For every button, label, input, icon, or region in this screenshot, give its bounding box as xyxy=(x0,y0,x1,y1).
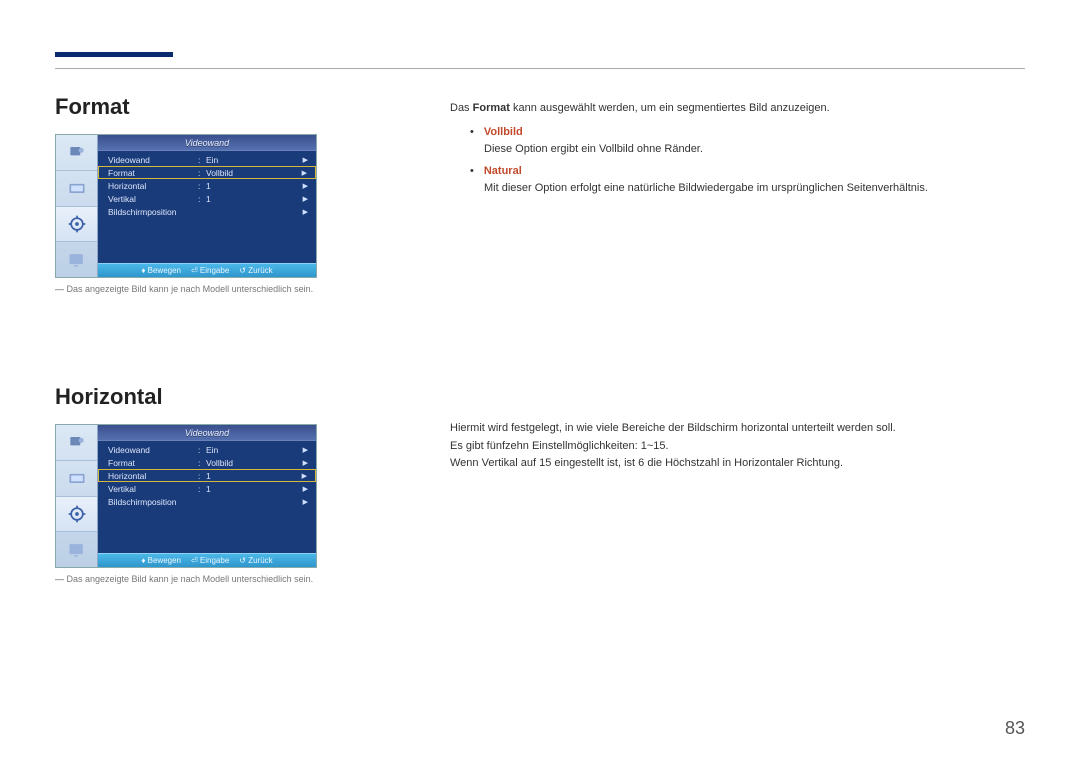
header-accent-bar xyxy=(55,52,173,57)
osd-row: Bildschirmposition ▶ xyxy=(98,495,316,508)
osd-main: Videowand Videowand:Ein▶Format:Vollbild▶… xyxy=(98,135,316,277)
osd-row: Bildschirmposition ▶ xyxy=(98,205,316,218)
osd-row-value: Ein xyxy=(206,155,306,165)
osd-row-value: Vollbild xyxy=(206,168,306,178)
osd-body-format: Videowand:Ein▶Format:Vollbild▶Horizontal… xyxy=(98,151,316,263)
osd-row-value xyxy=(206,497,306,507)
horizontal-line1: Hiermit wird festgelegt, in wie viele Be… xyxy=(450,420,1025,438)
osd-footer-back: ↺ Zurück xyxy=(239,556,272,565)
osd-row-value xyxy=(206,207,306,217)
osd-footer: ♦ Bewegen ⏎ Eingabe ↺ Zurück xyxy=(98,553,316,567)
chevron-right-icon: ▶ xyxy=(302,169,307,177)
horizontal-line2: Es gibt fünfzehn Einstellmöglichkeiten: … xyxy=(450,438,1025,456)
chevron-right-icon: ▶ xyxy=(303,498,308,506)
osd-row-value: Ein xyxy=(206,445,306,455)
format-options: •VollbildDiese Option ergibt ein Vollbil… xyxy=(450,124,1025,198)
chevron-right-icon: ▶ xyxy=(303,485,308,493)
osd-row-label: Videowand xyxy=(108,155,198,165)
caption-horizontal: Das angezeigte Bild kann je nach Modell … xyxy=(55,574,415,584)
chevron-right-icon: ▶ xyxy=(302,472,307,480)
osd-footer-enter: ⏎ Eingabe xyxy=(191,266,229,275)
osd-row-value: 1 xyxy=(206,181,306,191)
osd-row-label: Horizontal xyxy=(108,181,198,191)
osd-row: Videowand:Ein▶ xyxy=(98,443,316,456)
chevron-right-icon: ▶ xyxy=(303,156,308,164)
osd-row-label: Videowand xyxy=(108,445,198,455)
chevron-right-icon: ▶ xyxy=(303,459,308,467)
osd-row-value: 1 xyxy=(206,194,306,204)
osd-row-value: Vollbild xyxy=(206,458,306,468)
osd-row: Videowand:Ein▶ xyxy=(98,153,316,166)
osd-body-horizontal: Videowand:Ein▶Format:Vollbild▶Horizontal… xyxy=(98,441,316,553)
osd-footer-move: ♦ Bewegen xyxy=(141,266,181,275)
heading-horizontal: Horizontal xyxy=(55,384,415,410)
osd-tab-icon-selected xyxy=(56,497,97,533)
osd-row-value: 1 xyxy=(206,471,306,481)
osd-footer-move: ♦ Bewegen xyxy=(141,556,181,565)
osd-row-label: Vertikal xyxy=(108,194,198,204)
osd-title: Videowand xyxy=(98,135,316,151)
osd-row-label: Bildschirmposition xyxy=(108,497,198,507)
osd-tab-icon xyxy=(56,532,97,567)
option-name: Natural xyxy=(484,163,522,181)
osd-tab-icon xyxy=(56,425,97,461)
option-bullet: •Natural xyxy=(450,163,1025,181)
page-number: 83 xyxy=(1005,718,1025,739)
osd-row: Horizontal:1▶ xyxy=(98,469,316,482)
osd-row: Format:Vollbild▶ xyxy=(98,166,316,179)
osd-row-label: Horizontal xyxy=(108,471,198,481)
osd-main: Videowand Videowand:Ein▶Format:Vollbild▶… xyxy=(98,425,316,567)
osd-tab-icon xyxy=(56,242,97,277)
osd-tab-icon xyxy=(56,135,97,171)
osd-row: Vertikal:1▶ xyxy=(98,192,316,205)
osd-row-label: Format xyxy=(108,168,198,178)
osd-tab-icon xyxy=(56,171,97,207)
osd-sidebar xyxy=(56,425,98,567)
osd-tab-icon-selected xyxy=(56,207,97,243)
option-desc: Diese Option ergibt ein Vollbild ohne Rä… xyxy=(450,141,1025,159)
section-horizontal: Horizontal Videowand Videowand:Ein▶Forma… xyxy=(55,384,415,584)
osd-footer-enter: ⏎ Eingabe xyxy=(191,556,229,565)
osd-sidebar xyxy=(56,135,98,277)
osd-title: Videowand xyxy=(98,425,316,441)
body-horizontal: Hiermit wird festgelegt, in wie viele Be… xyxy=(450,420,1025,473)
chevron-right-icon: ▶ xyxy=(303,446,308,454)
chevron-right-icon: ▶ xyxy=(303,182,308,190)
chevron-right-icon: ▶ xyxy=(303,208,308,216)
header-divider xyxy=(55,68,1025,69)
format-intro: Das Format kann ausgewählt werden, um ei… xyxy=(450,100,1025,118)
body-format: Das Format kann ausgewählt werden, um ei… xyxy=(450,100,1025,198)
osd-row: Format:Vollbild▶ xyxy=(98,456,316,469)
osd-row-label: Format xyxy=(108,458,198,468)
osd-row: Horizontal:1▶ xyxy=(98,179,316,192)
option-name: Vollbild xyxy=(484,124,523,142)
chevron-right-icon: ▶ xyxy=(303,195,308,203)
osd-screenshot-format: Videowand Videowand:Ein▶Format:Vollbild▶… xyxy=(55,134,317,278)
osd-row-label: Bildschirmposition xyxy=(108,207,198,217)
heading-format: Format xyxy=(55,94,415,120)
osd-footer-back: ↺ Zurück xyxy=(239,266,272,275)
option-bullet: •Vollbild xyxy=(450,124,1025,142)
osd-screenshot-horizontal: Videowand Videowand:Ein▶Format:Vollbild▶… xyxy=(55,424,317,568)
left-column: Format Videowand Videowand:Ein▶Format:Vo… xyxy=(55,94,415,584)
option-desc: Mit dieser Option erfolgt eine natürlich… xyxy=(450,180,1025,198)
caption-format: Das angezeigte Bild kann je nach Modell … xyxy=(55,284,415,294)
osd-footer: ♦ Bewegen ⏎ Eingabe ↺ Zurück xyxy=(98,263,316,277)
osd-row-value: 1 xyxy=(206,484,306,494)
osd-row: Vertikal:1▶ xyxy=(98,482,316,495)
osd-tab-icon xyxy=(56,461,97,497)
osd-row-label: Vertikal xyxy=(108,484,198,494)
horizontal-note: Wenn Vertikal auf 15 eingestellt ist, is… xyxy=(450,455,1025,473)
